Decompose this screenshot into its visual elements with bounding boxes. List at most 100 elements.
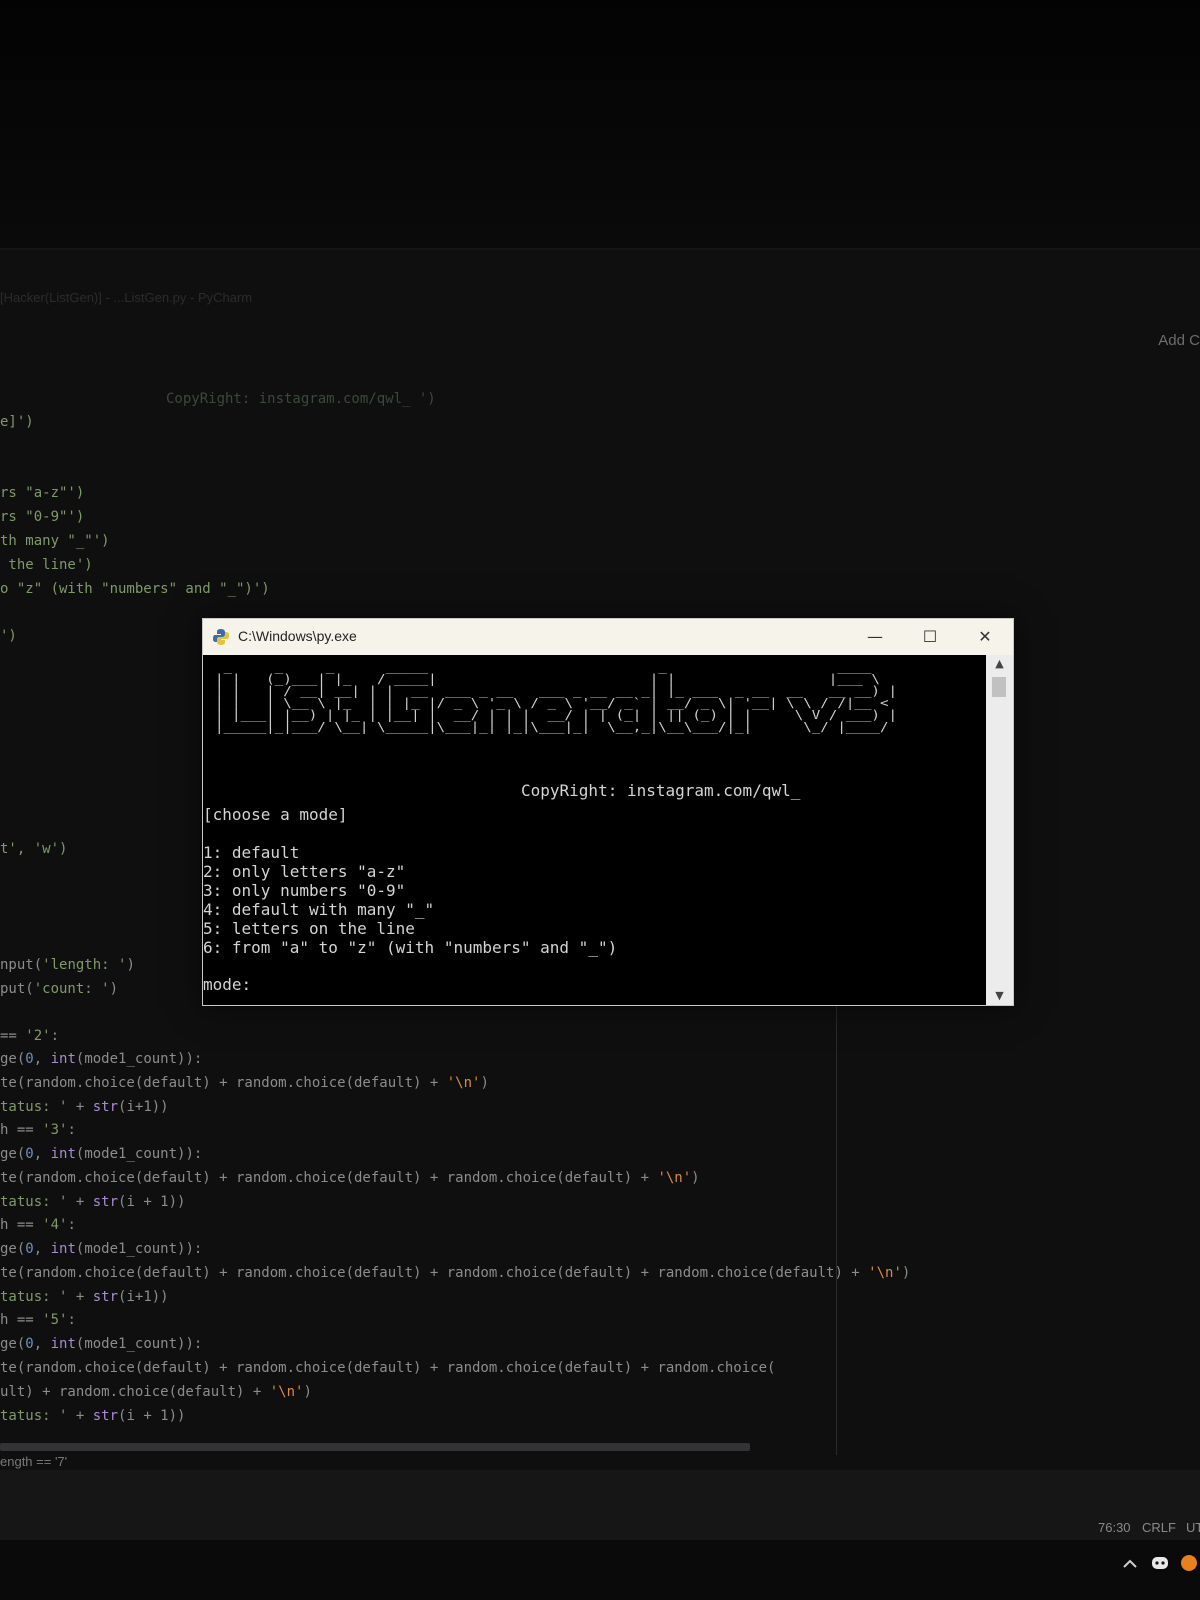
code-line: ge(0, int(mode1_count)): (0, 1240, 202, 1258)
code-token: ge( (0, 1336, 26, 1352)
code-token: + (67, 1408, 93, 1424)
code-line: o "z" (with "numbers" and "_")') (0, 580, 270, 598)
code-token: (i + 1)) (118, 1408, 186, 1424)
code-line: ge(0, int(mode1_count)): (0, 1145, 202, 1163)
code-token: (i+1)) (118, 1289, 169, 1305)
code-token: 0 (25, 1241, 34, 1257)
code-token: int (50, 1146, 76, 1162)
python-icon (212, 628, 230, 646)
ascii-banner: _ _ _ _____ _ ____ | | (_)___| |_ / ____… (215, 660, 898, 734)
code-token: tatus: ' (0, 1408, 68, 1424)
chevron-up-icon[interactable] (1122, 1556, 1138, 1572)
scroll-down-icon[interactable]: ▼ (986, 987, 1013, 1005)
code-token: te(random.choice(default) + random.choic… (0, 1360, 776, 1376)
code-token: '\n' (868, 1265, 902, 1281)
code-token: 0 (25, 1336, 34, 1352)
code-line: te(random.choice(default) + random.choic… (0, 1264, 910, 1282)
code-line: t', 'w') (0, 840, 67, 858)
code-token: '4' (42, 1217, 68, 1233)
code-token: ) (126, 957, 135, 973)
code-line: h == '4': (0, 1216, 76, 1234)
code-token: '2' (25, 1028, 51, 1044)
mode-option-5: 5: letters on the line (203, 919, 415, 938)
code-line: tatus: ' + str(i+1)) (0, 1098, 169, 1116)
code-token: tatus: ' (0, 1194, 68, 1210)
code-token: , (33, 1241, 51, 1257)
code-line: tatus: ' + str(i+1)) (0, 1288, 169, 1306)
code-token: ) (480, 1075, 489, 1091)
code-token: the line') (0, 557, 93, 573)
close-button[interactable]: ✕ (960, 619, 1010, 655)
code-token: 0 (25, 1146, 34, 1162)
code-token: : (50, 1028, 60, 1044)
minimize-button[interactable]: — (850, 619, 900, 655)
code-line: ge(0, int(mode1_count)): (0, 1335, 202, 1353)
scrollbar-thumb[interactable] (992, 677, 1006, 697)
code-token: ) (901, 1265, 911, 1281)
code-token: (i + 1)) (118, 1194, 186, 1210)
code-token: 0 (25, 1051, 34, 1067)
code-token: o "z" (with "numbers" and "_")') (0, 581, 270, 597)
discord-icon[interactable] (1150, 1555, 1170, 1571)
code-line: te(random.choice(default) + random.choic… (0, 1169, 700, 1187)
code-token: ) (691, 1170, 700, 1186)
code-token: '\n' (269, 1384, 304, 1400)
code-line: h == '5': (0, 1311, 76, 1329)
code-token: rs "0-9"') (0, 509, 85, 525)
console-window[interactable]: C:\Windows\py.exe — ☐ ✕ _ _ _ _____ _ __… (202, 618, 1014, 1006)
code-token: (mode1_count)): (75, 1051, 203, 1067)
code-line: put('count: ') (0, 980, 118, 998)
code-token: put( (0, 981, 34, 997)
code-token: CopyRight: instagram.com/qwl_ ') (166, 391, 436, 407)
code-token: (mode1_count)): (75, 1146, 203, 1162)
code-token: ') (0, 628, 17, 644)
code-token: 'count: ' (33, 981, 110, 997)
code-token: te(random.choice(default) + random.choic… (0, 1075, 447, 1091)
code-line: th many "_"') (0, 532, 110, 550)
code-line: nput('length: ') (0, 956, 135, 974)
code-token: e]') (0, 414, 34, 430)
code-line: h == '3': (0, 1121, 76, 1139)
console-titlebar[interactable]: C:\Windows\py.exe — ☐ ✕ (203, 619, 1013, 655)
console-output[interactable]: _ _ _ _____ _ ____ | | (_)___| |_ / ____… (203, 655, 986, 1005)
code-token: , (33, 1336, 51, 1352)
monitor-bezel-top (0, 0, 1200, 250)
code-line: the line') (0, 556, 93, 574)
add-button[interactable]: Add C (1158, 332, 1200, 349)
editor-title-fragment: [Hacker(ListGen)] - ...ListGen.py - PyCh… (0, 290, 253, 305)
code-token: str (92, 1289, 119, 1305)
line-ending[interactable]: CRLF (1142, 1520, 1176, 1535)
scroll-up-icon[interactable]: ▲ (986, 655, 1013, 673)
code-token: + (67, 1289, 93, 1305)
code-line: CopyRight: instagram.com/qwl_ ') (166, 390, 436, 408)
code-token: th many "_"') (0, 533, 110, 549)
status-bar (0, 1470, 1200, 1540)
code-line: rs "0-9"') (0, 508, 84, 526)
cursor-position[interactable]: 76:30 (1098, 1520, 1131, 1535)
code-line: e]') (0, 413, 34, 431)
code-token: t', 'w') (0, 841, 68, 857)
code-token: '5' (42, 1312, 68, 1328)
console-scrollbar[interactable]: ▲ ▼ (986, 655, 1013, 1005)
code-token: te(random.choice(default) + random.choic… (0, 1265, 869, 1281)
code-line: ') (0, 627, 17, 645)
mode-heading: [choose a mode] (203, 805, 348, 824)
code-token: tatus: ' (0, 1289, 68, 1305)
code-token: , (33, 1051, 51, 1067)
code-line: te(random.choice(default) + random.choic… (0, 1074, 489, 1092)
file-encoding[interactable]: UT (1186, 1520, 1200, 1535)
code-line: ult) + random.choice(default) + '\n') (0, 1383, 312, 1401)
mode-prompt[interactable]: mode: (203, 975, 251, 994)
code-token: : (67, 1312, 76, 1328)
code-token: str (92, 1194, 119, 1210)
maximize-button[interactable]: ☐ (905, 619, 955, 655)
horizontal-scrollbar[interactable] (0, 1443, 750, 1451)
code-token: str (92, 1099, 119, 1115)
code-token: + (67, 1099, 93, 1115)
code-token: ge( (0, 1051, 26, 1067)
app-icon[interactable] (1180, 1554, 1198, 1572)
close-icon: ✕ (978, 627, 992, 646)
code-line: tatus: ' + str(i + 1)) (0, 1407, 185, 1425)
code-token: : (67, 1122, 76, 1138)
minimize-icon: — (867, 627, 883, 646)
